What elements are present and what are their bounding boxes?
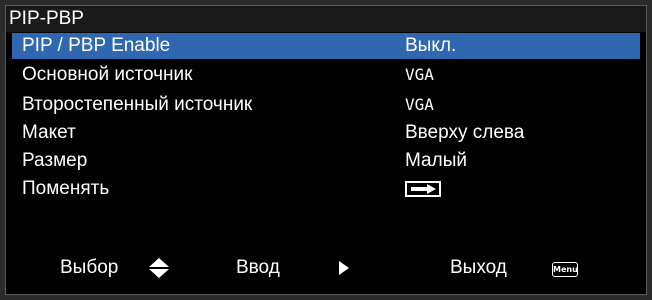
- osd-menu: PIP-PBP PIP / PBP Enable Выкл. Основной …: [5, 5, 647, 295]
- menu-item-value: Вверху слева: [405, 122, 525, 143]
- menu-item-secondary-source[interactable]: Второстепенный источник VGA: [12, 92, 640, 118]
- up-down-arrows-icon: [148, 250, 170, 286]
- swap-arrow-icon: [405, 181, 441, 197]
- menu-item-label: Основной источник: [22, 64, 193, 85]
- menu-item-layout[interactable]: Макет Вверху слева: [12, 120, 640, 146]
- menu-item-label: Размер: [22, 150, 88, 171]
- menu-title: PIP-PBP: [6, 6, 646, 32]
- menu-item-value: Малый: [405, 150, 467, 171]
- footer-hints: Выбор Ввод Выход Menu: [6, 250, 646, 286]
- menu-key-icon: Menu: [552, 262, 578, 277]
- menu-item-pip-pbp-enable[interactable]: PIP / PBP Enable Выкл.: [12, 33, 640, 59]
- menu-item-value: VGA: [405, 65, 434, 84]
- menu-item-label: Макет: [22, 122, 76, 143]
- menu-item-size[interactable]: Размер Малый: [12, 148, 640, 174]
- menu-item-label: PIP / PBP Enable: [22, 35, 171, 56]
- menu-item-value: Выкл.: [405, 35, 457, 56]
- right-arrow-icon: [338, 250, 350, 286]
- exit-hint-label: Выход: [450, 257, 507, 278]
- menu-item-value: VGA: [405, 95, 434, 114]
- enter-hint-label: Ввод: [236, 257, 280, 278]
- menu-item-main-source[interactable]: Основной источник VGA: [12, 62, 640, 88]
- select-hint-label: Выбор: [60, 257, 119, 278]
- menu-item-label: Второстепенный источник: [22, 94, 253, 115]
- menu-item-swap[interactable]: Поменять: [12, 176, 640, 202]
- menu-item-label: Поменять: [22, 178, 110, 199]
